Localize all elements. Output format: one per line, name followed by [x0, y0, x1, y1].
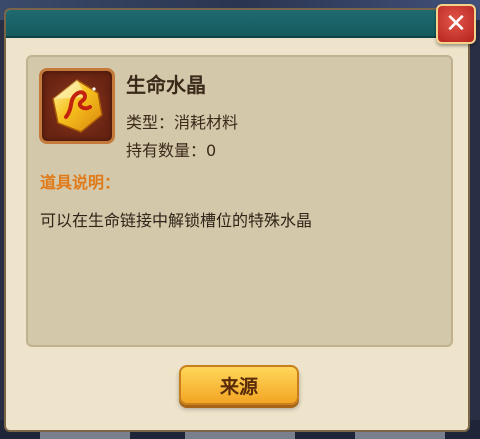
item-count-row: 持有数量：0 [126, 137, 216, 161]
description-heading: 道具说明： [40, 173, 121, 192]
item-detail-panel: 生命水晶 类型：消耗材料 持有数量：0 道具说明： 可以在生命链接中解锁槽位的特… [26, 55, 453, 347]
item-type-label: 类型： [126, 113, 175, 132]
item-type-value: 消耗材料 [174, 113, 239, 132]
description-text: 可以在生命链接中解锁槽位的特殊水晶 [40, 211, 313, 230]
life-crystal-icon [52, 79, 103, 133]
item-type-row: 类型：消耗材料 [126, 109, 238, 133]
close-icon: ✕ [445, 9, 467, 39]
item-count-value: 0 [206, 141, 217, 160]
item-icon-frame [39, 68, 115, 144]
source-button[interactable]: 来源 [179, 365, 299, 405]
item-info-dialog: 生命水晶 类型：消耗材料 持有数量：0 道具说明： 可以在生命链接中解锁槽位的特… [4, 8, 470, 432]
item-count-label: 持有数量： [126, 141, 207, 160]
item-name: 生命水晶 [126, 73, 206, 97]
close-button[interactable]: ✕ [436, 4, 476, 44]
dialog-title-bar [6, 10, 468, 38]
source-button-label: 来源 [219, 375, 258, 398]
